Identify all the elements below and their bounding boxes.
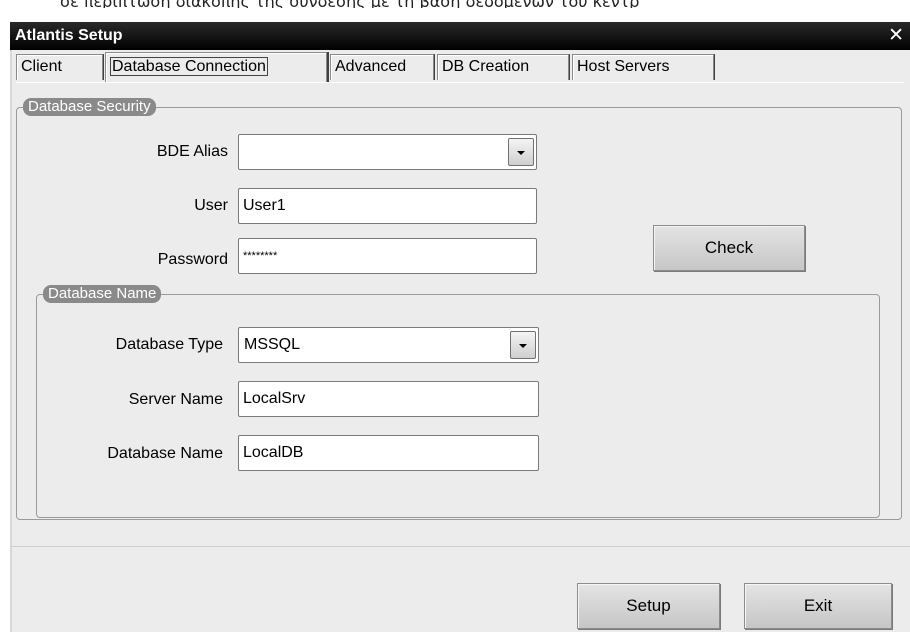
setup-dialog: Atlantis Setup ✕ Client Database Connect…: [10, 22, 910, 632]
check-button[interactable]: Check: [653, 225, 805, 271]
user-label: User: [194, 197, 228, 214]
tab-db-creation[interactable]: DB Creation: [437, 54, 569, 80]
bde-alias-dropdown-button[interactable]: [508, 138, 534, 166]
database-name-legend: Database Name: [43, 285, 162, 303]
left-border: [10, 50, 12, 632]
window-title: Atlantis Setup: [15, 27, 123, 44]
database-type-value: MSSQL: [244, 336, 301, 353]
tab-db-creation-label: DB Creation: [442, 58, 530, 75]
database-type-dropdown-button[interactable]: [510, 331, 536, 359]
user-input[interactable]: User1: [238, 188, 537, 224]
background-page-text: σε περίπτωση διακοπής της σύνδεσης με τη…: [0, 0, 910, 8]
tab-advanced[interactable]: Advanced: [330, 54, 434, 80]
bde-alias-label: BDE Alias: [156, 143, 228, 160]
bde-alias-combo[interactable]: [238, 134, 537, 170]
database-name-input[interactable]: LocalDB: [238, 435, 539, 471]
title-bar[interactable]: Atlantis Setup ✕: [10, 22, 910, 50]
tab-panel-edge: [16, 82, 904, 83]
dropdown-arrow-icon: [517, 151, 525, 155]
tab-advanced-label: Advanced: [335, 58, 407, 75]
tab-host-servers[interactable]: Host Servers: [572, 54, 714, 80]
database-name-label: Database Name: [107, 445, 223, 462]
password-label: Password: [157, 251, 228, 268]
footer-separator: [10, 546, 910, 547]
server-name-input[interactable]: LocalSrv: [238, 381, 539, 417]
tab-host-servers-label: Host Servers: [577, 58, 670, 75]
password-input[interactable]: ********: [238, 238, 537, 274]
database-type-combo[interactable]: MSSQL: [238, 327, 539, 363]
tab-client[interactable]: Client: [16, 54, 103, 80]
server-name-label: Server Name: [128, 391, 223, 408]
database-type-label: Database Type: [115, 336, 223, 353]
setup-button[interactable]: Setup: [577, 583, 720, 629]
tab-database-connection[interactable]: Database Connection: [105, 52, 327, 82]
exit-button[interactable]: Exit: [744, 583, 892, 629]
tab-database-connection-label: Database Connection: [110, 57, 268, 76]
tab-client-label: Client: [21, 58, 62, 75]
close-icon[interactable]: ✕: [888, 24, 904, 47]
database-security-legend: Database Security: [23, 98, 156, 116]
dropdown-arrow-icon: [519, 344, 527, 348]
